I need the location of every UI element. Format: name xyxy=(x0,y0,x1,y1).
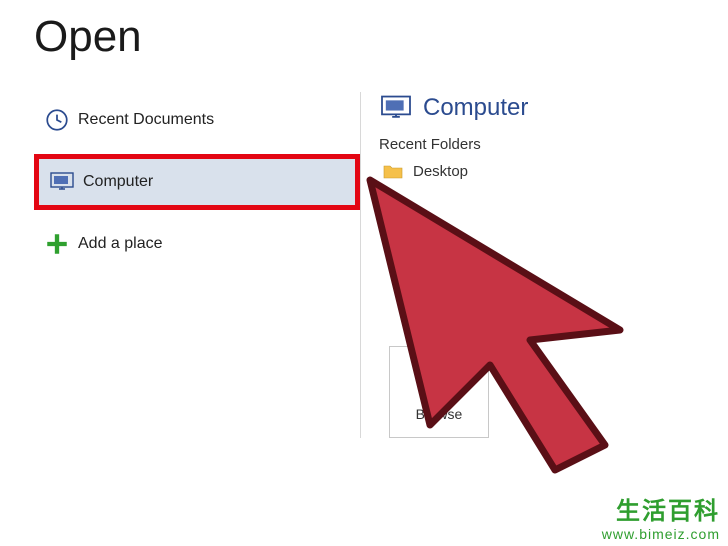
computer-icon xyxy=(379,94,413,122)
recent-folders-heading: Recent Folders xyxy=(379,136,728,153)
browse-button[interactable]: Browse xyxy=(389,346,489,438)
plus-icon xyxy=(44,231,78,257)
clock-icon xyxy=(44,107,78,133)
watermark-url: www.bimeiz.com xyxy=(602,526,720,542)
right-panel-title: Computer xyxy=(423,94,528,122)
sidebar-item-recent-documents[interactable]: Recent Documents xyxy=(34,92,360,148)
page-title: Open xyxy=(0,0,728,62)
watermark-chinese: 生活百科 xyxy=(602,491,720,526)
sidebar-item-label: Computer xyxy=(83,173,153,191)
watermark: 生活百科 www.bimeiz.com xyxy=(602,491,720,542)
sidebar-item-label: Add a place xyxy=(78,235,163,253)
sidebar-item-label: Recent Documents xyxy=(78,111,214,129)
folder-item-label: Desktop xyxy=(413,163,468,180)
open-sidebar: Recent Documents Computer Add a place xyxy=(0,92,360,438)
browse-button-label: Browse xyxy=(416,406,463,422)
folder-icon xyxy=(383,164,403,180)
folder-item-desktop[interactable]: Desktop xyxy=(379,157,728,186)
computer-icon xyxy=(49,171,83,193)
sidebar-item-add-place[interactable]: Add a place xyxy=(34,216,360,272)
right-panel-header: Computer xyxy=(379,94,728,122)
sidebar-item-computer[interactable]: Computer xyxy=(34,154,360,210)
folder-open-icon xyxy=(417,362,461,398)
